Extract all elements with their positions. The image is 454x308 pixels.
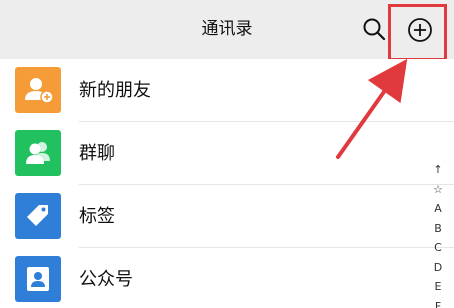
index-letter[interactable]: ↑ bbox=[428, 160, 448, 180]
tag-icon bbox=[15, 193, 61, 239]
menu-item-label: 群聊 bbox=[79, 143, 115, 164]
index-letter[interactable]: C bbox=[428, 238, 448, 258]
alphabet-index[interactable]: ↑ ☆ A B C D E F bbox=[428, 160, 448, 308]
index-letter[interactable]: D bbox=[428, 258, 448, 278]
menu-item-tags[interactable]: 标签 bbox=[0, 185, 454, 248]
menu-item-official-accounts[interactable]: 公众号 bbox=[0, 248, 454, 308]
menu-item-group-chats[interactable]: 群聊 bbox=[0, 122, 454, 185]
search-icon[interactable] bbox=[362, 17, 386, 41]
group-chat-icon bbox=[15, 130, 61, 176]
top-bar: 通讯录 bbox=[0, 0, 454, 59]
menu-item-label: 公众号 bbox=[79, 269, 133, 290]
menu-item-label: 新的朋友 bbox=[79, 80, 151, 101]
index-letter[interactable]: E bbox=[428, 277, 448, 297]
menu-item-label: 标签 bbox=[79, 206, 115, 227]
official-account-icon bbox=[15, 256, 61, 302]
index-letter[interactable]: A bbox=[428, 199, 448, 219]
add-friend-icon bbox=[15, 67, 61, 113]
index-letter[interactable]: ☆ bbox=[428, 180, 448, 200]
menu-item-new-friends[interactable]: 新的朋友 bbox=[0, 59, 454, 122]
index-letter[interactable]: F bbox=[428, 297, 448, 308]
add-button-highlight bbox=[388, 4, 447, 61]
contacts-menu: 新的朋友 群聊 标签 公众号 bbox=[0, 59, 454, 308]
index-letter[interactable]: B bbox=[428, 219, 448, 239]
